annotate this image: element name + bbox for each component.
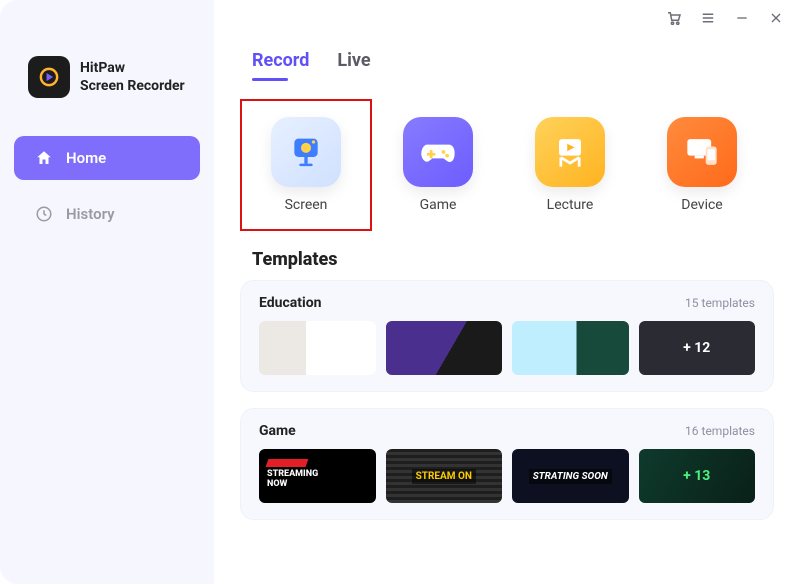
template-thumb[interactable] xyxy=(386,321,503,375)
minimize-icon[interactable] xyxy=(732,8,752,28)
game-icon xyxy=(403,117,473,187)
home-icon xyxy=(34,148,54,168)
brand-subtitle: Screen Recorder xyxy=(80,77,185,95)
template-thumb[interactable] xyxy=(512,321,629,375)
template-group-education: Education 15 templates + 12 xyxy=(240,280,774,392)
clock-icon xyxy=(34,204,54,224)
category-label: Game xyxy=(259,423,296,439)
template-more[interactable]: + 13 xyxy=(639,449,756,503)
cart-icon[interactable] xyxy=(664,8,684,28)
template-more[interactable]: + 12 xyxy=(639,321,756,375)
templates-count: 15 templates xyxy=(685,296,755,310)
mode-lecture[interactable]: Lecture xyxy=(504,99,636,231)
tab-record[interactable]: Record xyxy=(252,50,309,81)
template-thumb[interactable]: STREAMINGNOW xyxy=(259,449,376,503)
templates-title: Templates xyxy=(252,249,774,270)
titlebar xyxy=(664,8,786,28)
brand-name: HitPaw xyxy=(80,59,185,77)
sidebar-item-label: Home xyxy=(66,149,106,167)
templates-count: 16 templates xyxy=(685,424,755,438)
mode-game[interactable]: Game xyxy=(372,99,504,231)
sidebar-item-home[interactable]: Home xyxy=(14,136,200,180)
sidebar-item-history[interactable]: History xyxy=(14,192,200,236)
template-thumb[interactable]: STREAM ON xyxy=(386,449,503,503)
template-group-game: Game 16 templates STREAMINGNOW STREAM ON… xyxy=(240,408,774,520)
device-icon xyxy=(667,117,737,187)
category-label: Education xyxy=(259,295,321,311)
app-window: HitPaw Screen Recorder Home History xyxy=(0,0,800,584)
main-area: Record Live Screen xyxy=(214,0,800,584)
tabs: Record Live xyxy=(240,50,774,81)
content: Record Live Screen xyxy=(214,0,800,584)
mode-label: Device xyxy=(681,197,722,213)
sidebar: HitPaw Screen Recorder Home History xyxy=(0,0,214,584)
mode-screen[interactable]: Screen xyxy=(240,99,372,231)
brand-logo-icon xyxy=(28,56,70,98)
brand-text: HitPaw Screen Recorder xyxy=(80,59,185,95)
tab-live[interactable]: Live xyxy=(337,50,370,81)
menu-icon[interactable] xyxy=(698,8,718,28)
mode-label: Screen xyxy=(285,197,328,213)
template-thumb[interactable] xyxy=(259,321,376,375)
template-thumb[interactable]: STRATING SOON xyxy=(512,449,629,503)
close-icon[interactable] xyxy=(766,8,786,28)
brand: HitPaw Screen Recorder xyxy=(0,56,214,136)
mode-device[interactable]: Device xyxy=(636,99,768,231)
nav: Home History xyxy=(0,136,214,236)
lecture-icon xyxy=(535,117,605,187)
mode-label: Game xyxy=(420,197,457,213)
mode-label: Lecture xyxy=(547,197,594,213)
screen-icon xyxy=(271,117,341,187)
modes-row: Screen Game xyxy=(240,99,774,231)
sidebar-item-label: History xyxy=(66,205,115,223)
